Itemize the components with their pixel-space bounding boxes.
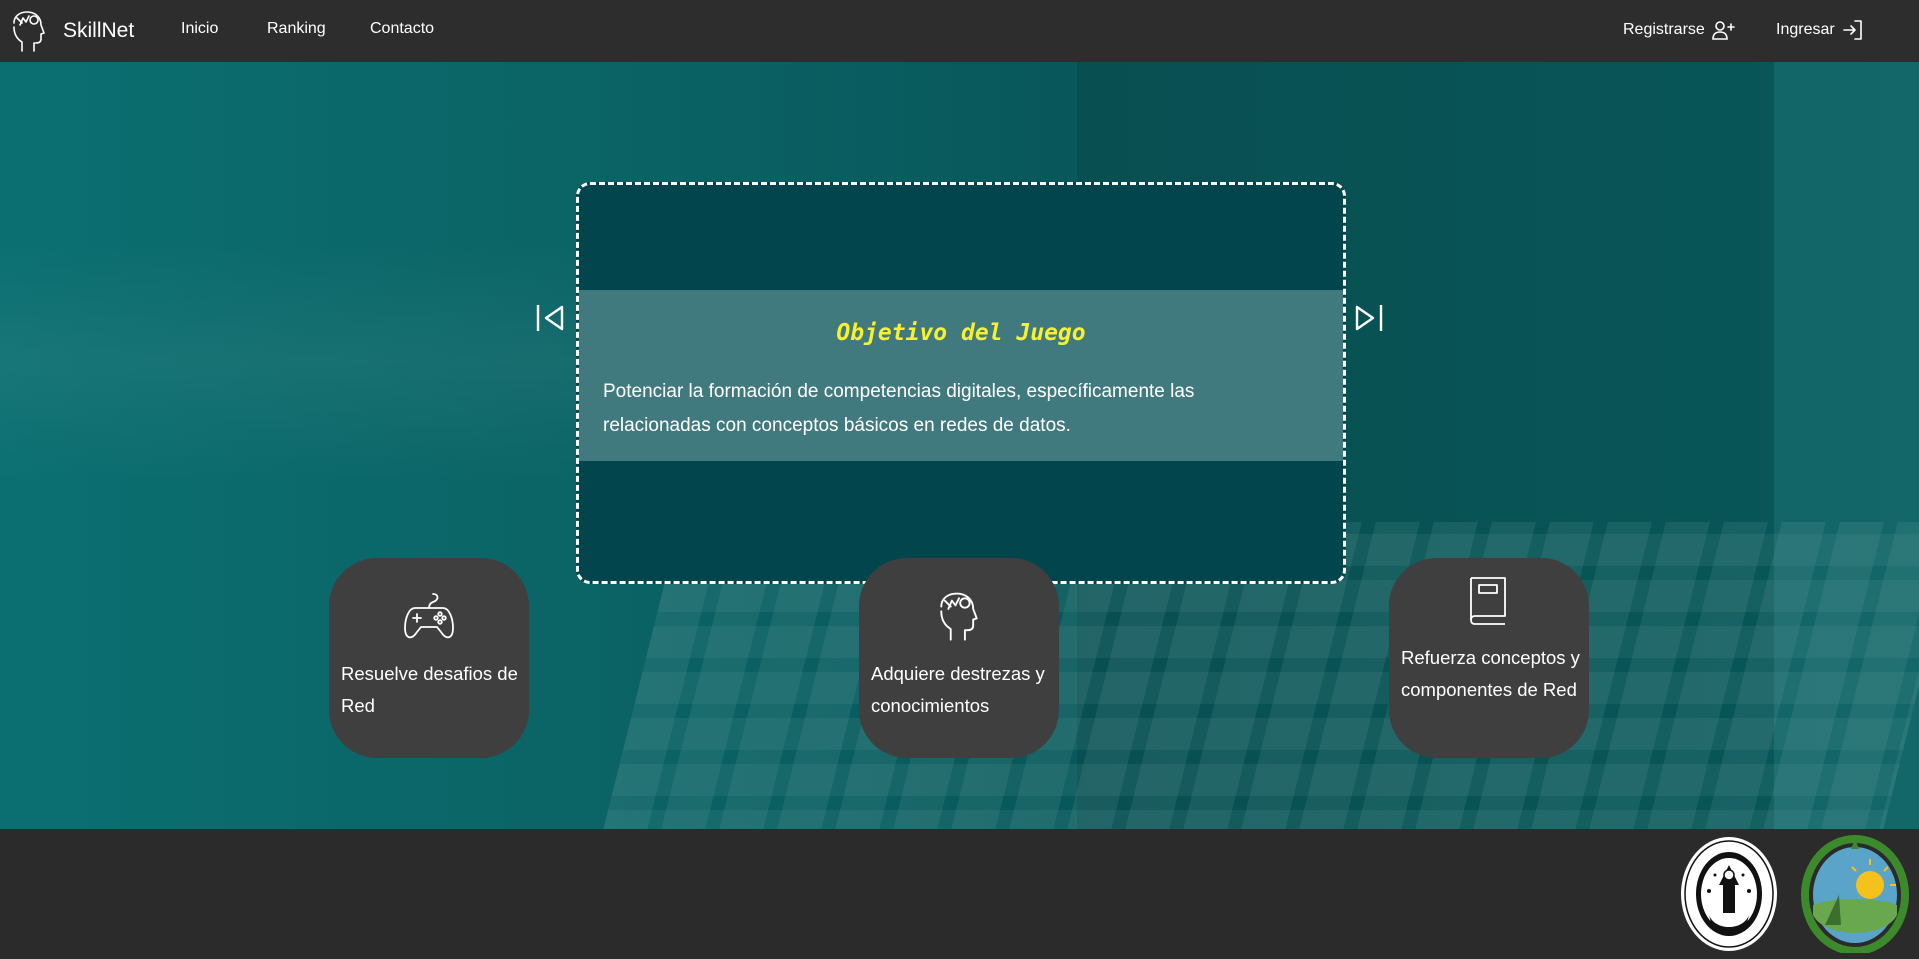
hero-background: Objetivo del Juego Potenciar la formació… [0,62,1919,829]
navbar: SkillNet Inicio Ranking Contacto Registr… [0,0,1919,62]
gamepad-icon [404,593,454,639]
feature-card-challenges: Resuelve desafios de Red [329,558,529,758]
nav-link-contacto[interactable]: Contacto [370,20,434,38]
background-blur [0,242,640,482]
province-seal [1801,835,1909,953]
login-label: Ingresar [1776,21,1835,38]
feature-label-concepts: Refuerza conceptos y componentes de Red [1401,647,1580,700]
feature-card-skills: Adquiere destrezas y conocimientos [859,558,1059,758]
carousel-caption: Objetivo del Juego Potenciar la formació… [579,290,1343,461]
login-link[interactable]: Ingresar [1776,18,1865,42]
feature-card-concepts: Refuerza conceptos y componentes de Red [1389,558,1589,758]
nav-link-inicio[interactable]: Inicio [181,20,218,38]
user-plus-icon [1712,21,1735,40]
nav-link-ranking[interactable]: Ranking [267,20,326,38]
brain-head-icon [940,592,978,641]
book-icon [1470,577,1506,625]
carousel-title: Objetivo del Juego [836,320,1086,346]
brand-link[interactable]: SkillNet [8,6,134,56]
brain-head-icon [13,11,45,52]
footer [0,829,1919,959]
university-seal [1681,837,1777,951]
skip-next-icon[interactable] [1352,302,1384,334]
sign-in-icon [1842,20,1862,40]
carousel: Objetivo del Juego Potenciar la formació… [576,182,1346,584]
register-label: Registrarse [1623,21,1705,38]
brand-name: SkillNet [63,19,135,42]
feature-label-skills: Adquiere destrezas y conocimientos [871,663,1045,716]
carousel-text: Potenciar la formación de competencias d… [603,381,1195,436]
feature-label-challenges: Resuelve desafios de Red [341,663,518,716]
register-link[interactable]: Registrarse [1623,18,1735,42]
skip-previous-icon[interactable] [535,302,567,334]
